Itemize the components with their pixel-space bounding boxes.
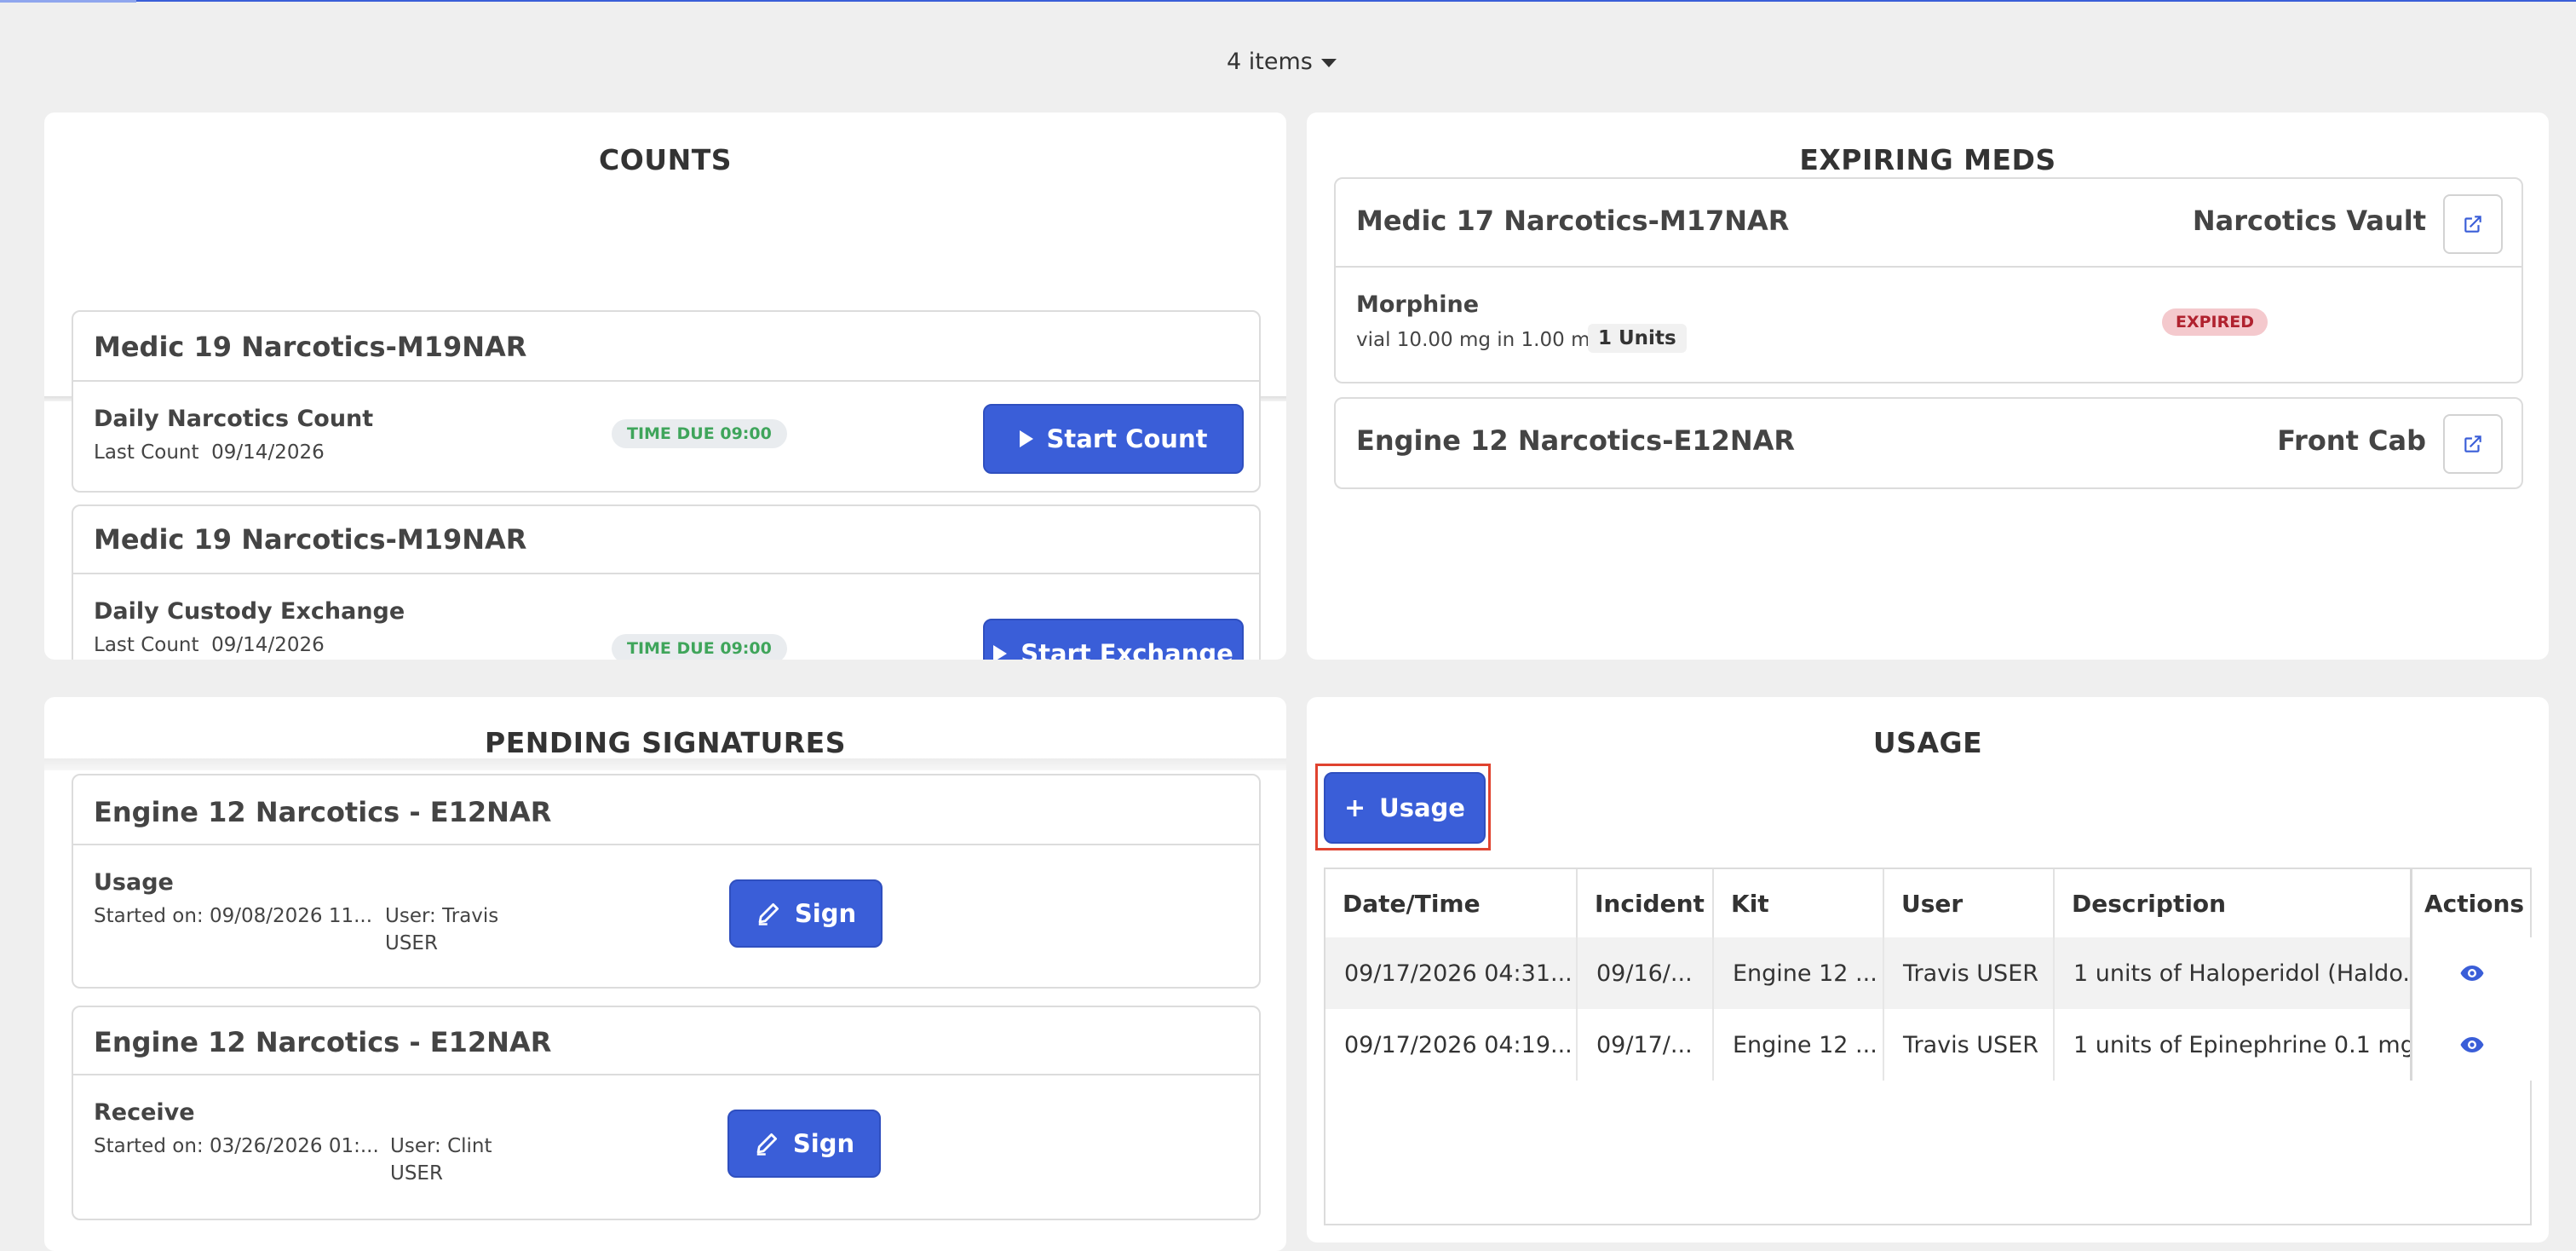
counts-title: COUNTS (599, 143, 732, 176)
count-item-2: Medic 19 Narcotics-M19NAR Daily Custody … (72, 504, 1261, 660)
cell-incident: 09/17/... (1578, 1009, 1714, 1081)
cell-description: 1 units of Haloperidol (Haldo... (2055, 937, 2412, 1009)
col-header-datetime[interactable]: Date/Time (1325, 869, 1578, 937)
cell-actions (2412, 937, 2532, 1009)
external-link-icon (2464, 435, 2481, 453)
pending-user: User: Travis (385, 905, 499, 927)
table-row[interactable]: 09/17/2026 04:19... 09/17/... Engine 12 … (1325, 1009, 2532, 1081)
units-badge: 1 Units (1588, 324, 1687, 353)
pending-type: Usage (94, 869, 174, 896)
cell-kit: Engine 12 ... (1714, 1009, 1884, 1081)
play-icon (993, 645, 1008, 660)
pending-user-cont: USER (385, 932, 438, 954)
usage-title: USAGE (1872, 726, 1983, 759)
col-header-actions: Actions (2424, 889, 2525, 918)
last-count: Last Count 09/14/2026 (94, 634, 325, 656)
cell-user: Travis USER (1884, 1009, 2055, 1081)
expiring-kit-2: Engine 12 Narcotics-E12NAR Front Cab (1334, 397, 2523, 489)
pending-user-cont: USER (390, 1162, 443, 1185)
med-name: Morphine (1356, 291, 1480, 318)
sign-button[interactable]: Sign (727, 1110, 881, 1178)
caret-down-icon (1320, 58, 1337, 67)
pending-type: Receive (94, 1099, 195, 1126)
external-link-icon (2464, 216, 2481, 233)
pending-user: User: Clint (390, 1135, 492, 1157)
view-eye-icon[interactable] (2459, 964, 2485, 983)
started-on: Started on: 03/26/2026 01:... (94, 1135, 379, 1157)
med-desc: vial 10.00 mg in 1.00 ml (1356, 329, 1596, 351)
cell-user: Travis USER (1884, 937, 2055, 1009)
pending-kit-name: Engine 12 Narcotics - E12NAR (94, 796, 552, 828)
expiring-meds-title: EXPIRING MEDS (1799, 143, 2056, 176)
pending-item-1: Engine 12 Narcotics - E12NAR Usage Start… (72, 774, 1261, 989)
start-exchange-button[interactable]: Start Exchange (983, 619, 1244, 660)
plus-icon: + (1344, 793, 1366, 823)
open-kit-button[interactable] (2443, 414, 2503, 474)
expiring-meds-panel: EXPIRING MEDS Medic 17 Narcotics-M17NAR … (1307, 112, 2549, 660)
counts-panel: COUNTS DUE COMPLETED Medic 19 Narcotics-… (44, 112, 1286, 660)
view-eye-icon[interactable] (2459, 1035, 2485, 1054)
expiring-kit-1: Medic 17 Narcotics-M17NAR Narcotics Vaul… (1334, 177, 2523, 383)
cell-datetime: 09/17/2026 04:19... (1325, 1009, 1578, 1081)
time-due-badge: TIME DUE 09:00 (612, 634, 787, 660)
kit-location: Front Cab (2277, 424, 2426, 457)
cell-actions (2412, 1009, 2532, 1081)
cell-datetime: 09/17/2026 04:31... (1325, 937, 1578, 1009)
col-header-incident[interactable]: Incident (1578, 869, 1714, 937)
started-on: Started on: 09/08/2026 11... (94, 905, 373, 927)
expired-badge: EXPIRED (2162, 308, 2268, 336)
signature-pen-icon (756, 1133, 777, 1156)
sign-button[interactable]: Sign (729, 879, 883, 948)
pending-signatures-title: PENDING SIGNATURES (485, 726, 846, 759)
pending-kit-name: Engine 12 Narcotics - E12NAR (94, 1026, 552, 1058)
pending-signatures-panel: PENDING SIGNATURES Engine 12 Narcotics -… (44, 697, 1286, 1251)
table-row[interactable]: 09/17/2026 04:31... 09/16/... Engine 12 … (1325, 937, 2532, 1009)
items-count-dropdown[interactable]: 4 items (1227, 43, 1337, 80)
cell-kit: Engine 12 ... (1714, 937, 1884, 1009)
cell-description: 1 units of Epinephrine 0.1 mg... (2055, 1009, 2412, 1081)
open-kit-button[interactable] (2443, 194, 2503, 254)
time-due-badge: TIME DUE 09:00 (612, 419, 787, 448)
top-progress-bar (0, 0, 2576, 3)
count-task-name: Daily Custody Exchange (94, 598, 405, 625)
count-task-name: Daily Narcotics Count (94, 406, 374, 432)
start-count-button[interactable]: Start Count (983, 404, 1244, 474)
play-icon (1019, 430, 1033, 447)
col-header-user[interactable]: User (1884, 869, 2055, 937)
col-header-kit[interactable]: Kit (1714, 869, 1884, 937)
usage-table: Date/Time Incident Kit User Description … (1324, 868, 2532, 1225)
expiring-kit-name: Engine 12 Narcotics-E12NAR (1356, 424, 1796, 457)
kit-location: Narcotics Vault (2192, 205, 2426, 237)
count-item-1: Medic 19 Narcotics-M19NAR Daily Narcotic… (72, 310, 1261, 493)
count-kit-name: Medic 19 Narcotics-M19NAR (94, 523, 527, 556)
signature-pen-icon (758, 903, 779, 925)
expiring-kit-name: Medic 17 Narcotics-M17NAR (1356, 205, 1790, 237)
count-kit-name: Medic 19 Narcotics-M19NAR (94, 331, 527, 363)
pending-item-2: Engine 12 Narcotics - E12NAR Receive Sta… (72, 1006, 1261, 1220)
items-count-label: 4 items (1227, 48, 1313, 75)
col-header-description[interactable]: Description (2055, 869, 2412, 937)
last-count: Last Count 09/14/2026 (94, 441, 325, 464)
cell-incident: 09/16/... (1578, 937, 1714, 1009)
add-usage-button[interactable]: + Usage (1324, 772, 1486, 844)
